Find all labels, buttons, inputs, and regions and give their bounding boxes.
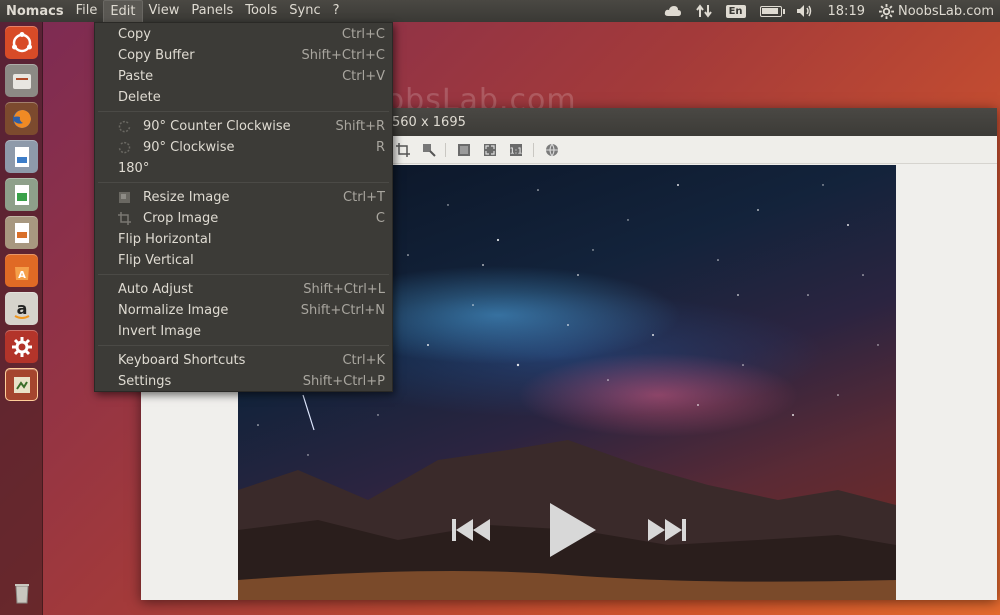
software-center-icon[interactable]: A — [5, 254, 38, 287]
menu-item-shortcut: Ctrl+T — [343, 190, 385, 205]
toolbar-separator — [533, 143, 534, 157]
menu-item-label: 90° Clockwise — [143, 140, 235, 155]
actual-size-icon[interactable]: 1:1 — [509, 143, 523, 157]
menu-separator — [98, 111, 389, 112]
menu-item-keyboard-shortcuts[interactable]: Keyboard Shortcuts Ctrl+K — [95, 350, 392, 371]
menu-item-label: 180° — [118, 161, 150, 176]
top-panel: Nomacs File Edit View Panels Tools Sync … — [0, 0, 1000, 22]
previous-icon[interactable] — [452, 517, 492, 543]
menu-item-label: Flip Vertical — [118, 253, 194, 268]
impress-icon[interactable] — [5, 216, 38, 249]
edit-menu: Copy Ctrl+C Copy Buffer Shift+Ctrl+C Pas… — [94, 22, 393, 392]
menu-item-label: Settings — [118, 374, 172, 389]
volume-icon[interactable] — [796, 0, 814, 22]
menu-item-label: Crop Image — [143, 211, 219, 226]
battery-icon[interactable] — [759, 0, 785, 22]
menu-item-shortcut: C — [375, 211, 385, 226]
menu-item-paste[interactable]: Paste Ctrl+V — [95, 66, 392, 87]
menu-tools[interactable]: Tools — [239, 0, 283, 22]
menu-item-flip-vertical[interactable]: Flip Vertical — [95, 250, 392, 271]
menu-item-shortcut: Shift+Ctrl+L — [303, 282, 385, 297]
next-icon[interactable] — [646, 517, 686, 543]
menu-file[interactable]: File — [70, 0, 104, 22]
svg-text:a: a — [16, 299, 27, 318]
svg-text:A: A — [18, 270, 26, 281]
keyboard-language-indicator[interactable]: En — [725, 0, 746, 22]
menu-item-shortcut: Shift+Ctrl+P — [302, 374, 385, 389]
menu-item-label: Flip Horizontal — [118, 232, 212, 247]
menu-separator — [98, 182, 389, 183]
network-arrows-icon[interactable] — [695, 0, 712, 22]
menu-item-resize[interactable]: Resize Image Ctrl+T — [95, 187, 392, 208]
nomacs-icon[interactable] — [5, 368, 38, 401]
firefox-icon[interactable] — [5, 102, 38, 135]
menu-item-delete[interactable]: Delete — [95, 87, 392, 108]
menu-item-label: Normalize Image — [118, 303, 229, 318]
ubuntu-dash-icon[interactable] — [5, 26, 38, 59]
writer-icon[interactable] — [5, 140, 38, 173]
menu-item-label: Keyboard Shortcuts — [118, 353, 246, 368]
menu-item-rotate-cw[interactable]: 90° Clockwise R — [95, 137, 392, 158]
menu-item-shortcut: Shift+Ctrl+C — [301, 48, 385, 63]
menu-item-rotate-ccw[interactable]: 90° Counter Clockwise Shift+R — [95, 116, 392, 137]
menu-item-label: 90° Counter Clockwise — [143, 119, 291, 134]
menu-item-shortcut: R — [375, 140, 385, 155]
zoom-tool-icon[interactable] — [422, 143, 436, 157]
menu-separator — [98, 274, 389, 275]
app-name: Nomacs — [6, 3, 64, 19]
menu-item-label: Invert Image — [118, 324, 202, 339]
files-icon[interactable] — [5, 64, 38, 97]
menu-edit[interactable]: Edit — [103, 0, 143, 22]
menu-item-auto-adjust[interactable]: Auto Adjust Shift+Ctrl+L — [95, 279, 392, 300]
session-menu[interactable]: NoobsLab.com — [878, 0, 994, 22]
menu-panels[interactable]: Panels — [185, 0, 239, 22]
menu-item-shortcut: Ctrl+C — [341, 27, 385, 42]
trash-icon[interactable] — [5, 576, 38, 609]
clock[interactable]: 18:19 — [828, 0, 865, 22]
cloud-icon[interactable] — [664, 0, 682, 22]
session-name: NoobsLab.com — [897, 3, 994, 19]
crop-tool-icon[interactable] — [396, 143, 410, 157]
gear-icon — [878, 3, 894, 19]
menu-item-copy[interactable]: Copy Ctrl+C — [95, 24, 392, 45]
menu-item-label: Delete — [118, 90, 161, 105]
menu-item-crop[interactable]: Crop Image C — [95, 208, 392, 229]
system-settings-icon[interactable] — [5, 330, 38, 363]
svg-text:1:1: 1:1 — [510, 147, 523, 156]
menu-item-label: Paste — [118, 69, 154, 84]
fit-window-icon[interactable] — [457, 143, 471, 157]
menu-item-shortcut: Ctrl+V — [342, 69, 385, 84]
menu-separator — [98, 345, 389, 346]
menu-help[interactable]: ? — [327, 0, 346, 22]
menu-item-flip-horizontal[interactable]: Flip Horizontal — [95, 229, 392, 250]
rotate-ccw-icon — [118, 120, 131, 133]
indicator-area: En 18:19 NoobsLab.com — [664, 0, 994, 22]
menu-item-rotate-180[interactable]: 180° — [95, 158, 392, 179]
menu-item-invert[interactable]: Invert Image — [95, 321, 392, 342]
menu-item-label: Resize Image — [143, 190, 230, 205]
play-icon[interactable] — [548, 501, 598, 559]
menu-item-settings[interactable]: Settings Shift+Ctrl+P — [95, 371, 392, 392]
rotate-cw-icon — [118, 141, 131, 154]
language-label: En — [725, 4, 746, 18]
toolbar-separator — [445, 143, 446, 157]
menu-item-shortcut: Shift+R — [335, 119, 385, 134]
menu-item-shortcut: Ctrl+K — [342, 353, 385, 368]
amazon-icon[interactable]: a — [5, 292, 38, 325]
menu-sync[interactable]: Sync — [283, 0, 326, 22]
menu-item-label: Copy Buffer — [118, 48, 195, 63]
launcher: A a — [0, 22, 43, 615]
resize-icon — [119, 192, 130, 203]
fullscreen-icon[interactable] — [483, 143, 497, 157]
menu-item-normalize[interactable]: Normalize Image Shift+Ctrl+N — [95, 300, 392, 321]
calc-icon[interactable] — [5, 178, 38, 211]
menu-item-copy-buffer[interactable]: Copy Buffer Shift+Ctrl+C — [95, 45, 392, 66]
menu-item-label: Copy — [118, 27, 151, 42]
menu-view[interactable]: View — [143, 0, 186, 22]
menu-item-shortcut: Shift+Ctrl+N — [300, 303, 385, 318]
crop-icon — [118, 212, 131, 225]
globe-icon[interactable] — [545, 143, 559, 157]
window-title: 560 x 1695 — [392, 115, 466, 130]
menu-item-label: Auto Adjust — [118, 282, 193, 297]
